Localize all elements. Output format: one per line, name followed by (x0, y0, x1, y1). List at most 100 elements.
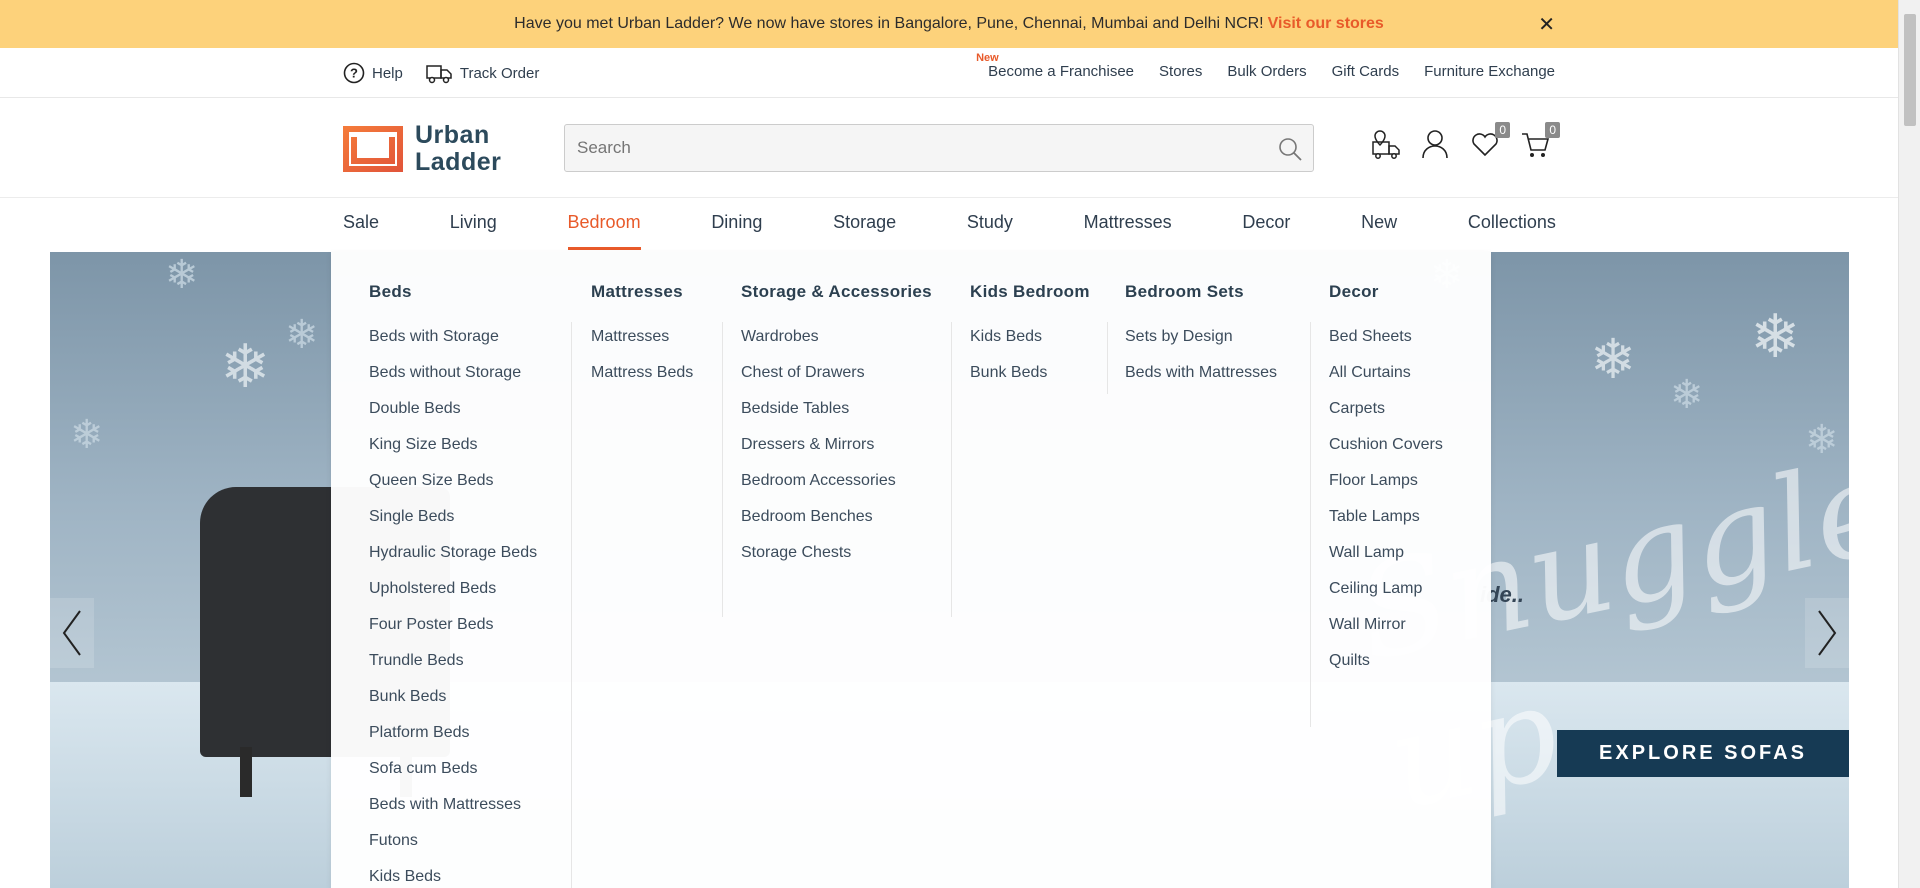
menu-heading[interactable]: Storage & Accessories (741, 282, 932, 302)
menu-item[interactable]: Bed Sheets (1329, 328, 1443, 364)
snowflake-icon: ❄ (1670, 373, 1704, 417)
carousel-prev-button[interactable] (50, 598, 94, 668)
carousel-next-button[interactable] (1805, 598, 1849, 668)
account-button[interactable] (1420, 128, 1450, 160)
menu-column-mattresses: Mattresses Mattresses Mattress Beds (591, 282, 693, 400)
nav-storage[interactable]: Storage (833, 198, 896, 252)
menu-item[interactable]: Sets by Design (1125, 328, 1277, 364)
menu-item[interactable]: Carpets (1329, 400, 1443, 436)
new-badge: New (976, 52, 999, 64)
menu-divider (571, 322, 572, 888)
menu-item[interactable]: Beds with Mattresses (369, 796, 537, 832)
menu-item[interactable]: Upholstered Beds (369, 580, 537, 616)
chevron-right-icon (1818, 610, 1837, 656)
menu-heading[interactable]: Beds (369, 282, 537, 302)
menu-item[interactable]: Double Beds (369, 400, 537, 436)
nav-decor[interactable]: Decor (1242, 198, 1290, 252)
menu-item[interactable]: Wall Mirror (1329, 616, 1443, 652)
menu-item[interactable]: Queen Size Beds (369, 472, 537, 508)
menu-item[interactable]: Wardrobes (741, 328, 932, 364)
gift-cards-link[interactable]: Gift Cards (1332, 63, 1400, 80)
close-icon[interactable]: ✕ (1538, 12, 1555, 37)
menu-heading[interactable]: Bedroom Sets (1125, 282, 1277, 302)
announcement-bar: Have you met Urban Ladder? We now have s… (0, 0, 1898, 48)
search-icon[interactable] (1277, 136, 1303, 162)
menu-item[interactable]: Kids Beds (970, 328, 1090, 364)
menu-heading[interactable]: Kids Bedroom (970, 282, 1090, 302)
menu-item[interactable]: Storage Chests (741, 544, 932, 580)
menu-item[interactable]: Kids Beds (369, 868, 537, 888)
menu-item[interactable]: Mattress Beds (591, 364, 693, 400)
menu-item[interactable]: Bedside Tables (741, 400, 932, 436)
menu-item[interactable]: All Curtains (1329, 364, 1443, 400)
menu-item[interactable]: Dressers & Mirrors (741, 436, 932, 472)
menu-item[interactable]: Beds without Storage (369, 364, 537, 400)
svg-text:?: ? (350, 66, 358, 81)
nav-dining[interactable]: Dining (711, 198, 762, 252)
menu-column-beds: Beds Beds with Storage Beds without Stor… (369, 282, 537, 888)
franchisee-label: Become a Franchisee (988, 63, 1135, 80)
menu-item[interactable]: Mattresses (591, 328, 693, 364)
menu-item[interactable]: Cushion Covers (1329, 436, 1443, 472)
become-franchisee-link[interactable]: New Become a Franchisee (976, 52, 1135, 80)
page-scrollbar[interactable] (1898, 0, 1920, 888)
cart-count: 0 (1545, 122, 1560, 138)
urban-ladder-logo[interactable]: Urban Ladder (343, 122, 501, 176)
menu-item[interactable]: Single Beds (369, 508, 537, 544)
nav-mattresses[interactable]: Mattresses (1084, 198, 1172, 252)
site-header: Urban Ladder 0 0 (0, 98, 1898, 198)
menu-item[interactable]: Table Lamps (1329, 508, 1443, 544)
store-locator-button[interactable] (1370, 128, 1400, 160)
menu-item[interactable]: Floor Lamps (1329, 472, 1443, 508)
visit-stores-link[interactable]: Visit our stores (1268, 15, 1384, 33)
menu-item[interactable]: Futons (369, 832, 537, 868)
nav-bedroom[interactable]: Bedroom (567, 198, 641, 252)
scrollbar-thumb[interactable] (1904, 14, 1916, 126)
menu-item[interactable]: Ceiling Lamp (1329, 580, 1443, 616)
nav-collections[interactable]: Collections (1468, 198, 1556, 252)
wishlist-button[interactable]: 0 (1470, 122, 1510, 160)
menu-item[interactable]: Sofa cum Beds (369, 760, 537, 796)
menu-heading[interactable]: Mattresses (591, 282, 693, 302)
snowflake-icon: ❄ (1750, 303, 1801, 370)
nav-living[interactable]: Living (450, 198, 497, 252)
help-link[interactable]: ? Help (343, 61, 403, 85)
menu-item[interactable]: Beds with Mattresses (1125, 364, 1277, 400)
search-input[interactable] (577, 138, 1257, 158)
menu-item[interactable]: Platform Beds (369, 724, 537, 760)
menu-divider (1107, 322, 1108, 394)
track-order-label: Track Order (459, 64, 540, 82)
menu-item[interactable]: Bedroom Benches (741, 508, 932, 544)
main-nav: Sale Living Bedroom Dining Storage Study… (343, 198, 1556, 252)
snowflake-icon: ❄ (70, 413, 104, 457)
menu-item[interactable]: Bedroom Accessories (741, 472, 932, 508)
nav-new[interactable]: New (1361, 198, 1397, 252)
stores-link[interactable]: Stores (1159, 63, 1202, 80)
menu-heading[interactable]: Decor (1329, 282, 1443, 302)
menu-item[interactable]: Quilts (1329, 652, 1443, 688)
menu-item[interactable]: Bunk Beds (970, 364, 1090, 400)
nav-sale[interactable]: Sale (343, 198, 379, 252)
track-order-link[interactable]: Track Order (425, 61, 539, 85)
menu-item[interactable]: Trundle Beds (369, 652, 537, 688)
announcement-text: Have you met Urban Ladder? We now have s… (514, 15, 1264, 32)
furniture-exchange-link[interactable]: Furniture Exchange (1424, 63, 1555, 80)
menu-item[interactable]: Wall Lamp (1329, 544, 1443, 580)
menu-item[interactable]: Beds with Storage (369, 328, 537, 364)
wishlist-count: 0 (1495, 122, 1510, 138)
menu-item[interactable]: Bunk Beds (369, 688, 537, 724)
menu-item[interactable]: Hydraulic Storage Beds (369, 544, 537, 580)
menu-item[interactable]: Four Poster Beds (369, 616, 537, 652)
menu-divider (951, 322, 952, 617)
nav-study[interactable]: Study (967, 198, 1013, 252)
explore-sofas-button[interactable]: EXPLORE SOFAS (1557, 730, 1849, 777)
utility-bar: ? Help Track Order New Become a Franchis… (0, 48, 1898, 98)
bulk-orders-link[interactable]: Bulk Orders (1227, 63, 1306, 80)
cart-button[interactable]: 0 (1520, 122, 1560, 160)
menu-divider (722, 322, 723, 617)
menu-column-bedroom-sets: Bedroom Sets Sets by Design Beds with Ma… (1125, 282, 1277, 400)
menu-item[interactable]: Chest of Drawers (741, 364, 932, 400)
menu-item[interactable]: King Size Beds (369, 436, 537, 472)
help-label: Help (372, 64, 403, 82)
menu-column-decor: Decor Bed Sheets All Curtains Carpets Cu… (1329, 282, 1443, 688)
